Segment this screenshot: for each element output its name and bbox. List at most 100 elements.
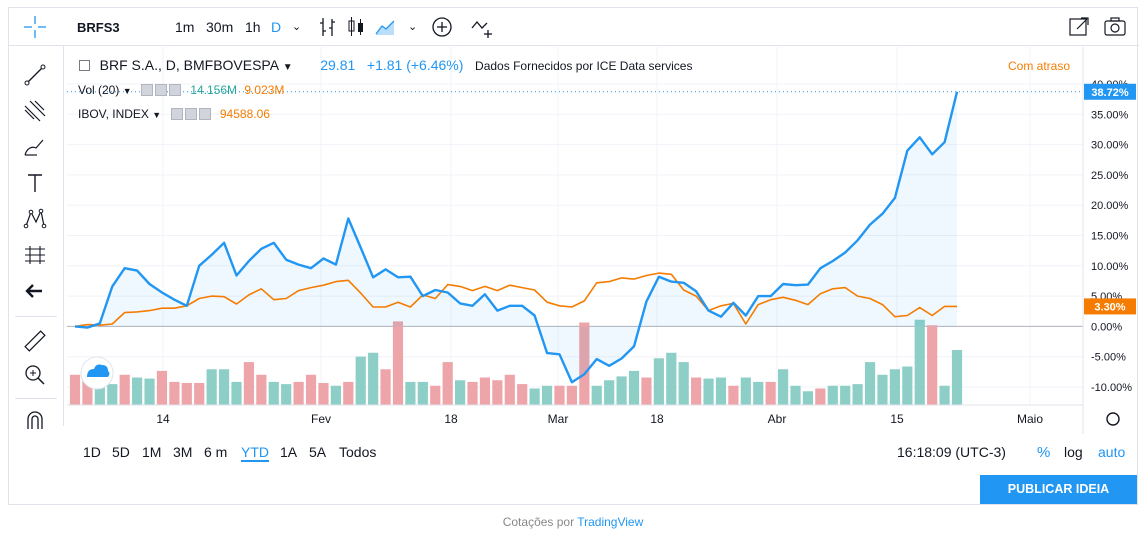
volume-bar xyxy=(156,370,168,405)
volume-bar xyxy=(765,381,776,405)
axis-settings-gear-icon[interactable] xyxy=(1106,412,1120,426)
volume-bar xyxy=(666,352,677,405)
fib-tool-icon[interactable] xyxy=(22,98,48,124)
last-price: 29.81 xyxy=(320,57,356,73)
volume-bar xyxy=(951,350,963,405)
y-tick-label: 15.00% xyxy=(1091,231,1129,243)
volume-bar xyxy=(529,388,540,405)
candles-icon[interactable] xyxy=(343,14,369,40)
gear-icon[interactable] xyxy=(184,108,197,120)
collapse-icon[interactable] xyxy=(79,60,90,71)
volume-bar xyxy=(430,385,441,405)
camera-icon[interactable] xyxy=(1102,14,1128,40)
symbol-name[interactable]: BRFS3 xyxy=(77,20,120,35)
pattern-tool-icon[interactable] xyxy=(22,206,48,232)
ibov-label[interactable]: IBOV, INDEX xyxy=(78,107,149,121)
eye-icon[interactable] xyxy=(170,108,183,120)
period-1d[interactable]: 1D xyxy=(83,444,101,460)
volume-bar xyxy=(343,381,354,405)
prediction-tool-icon[interactable] xyxy=(22,242,48,268)
volume-bar xyxy=(566,385,577,405)
magnet-icon[interactable] xyxy=(22,408,48,434)
interval-30m[interactable]: 30m xyxy=(206,19,233,35)
log-toggle[interactable]: log xyxy=(1064,444,1083,460)
add-indicator-icon[interactable] xyxy=(429,14,455,40)
period-5d[interactable]: 5D xyxy=(112,444,130,460)
compare-icon[interactable] xyxy=(469,14,495,40)
volume-bar xyxy=(554,385,565,405)
y-tick-label: 25.00% xyxy=(1091,170,1129,182)
chart-canvas[interactable]: 40.00%35.00%30.00%25.00%20.00%15.00%10.0… xyxy=(65,47,1139,434)
y-tick-label: 20.00% xyxy=(1091,200,1129,212)
price-change: +1.81 (+6.46%) xyxy=(366,57,464,73)
auto-toggle[interactable]: auto xyxy=(1098,444,1125,460)
volume-bar xyxy=(169,381,180,405)
period-todos[interactable]: Todos xyxy=(339,444,376,460)
arrow-left-icon[interactable] xyxy=(22,278,48,304)
volume-bar xyxy=(305,374,317,405)
trend-line-icon[interactable] xyxy=(22,62,48,88)
interval-1h[interactable]: 1h xyxy=(245,19,261,35)
footer: Cotações por TradingView xyxy=(0,515,1146,529)
main-legend: BRF S.A., D, BMFBOVESPA ▼ 29.81 +1.81 (+… xyxy=(79,57,692,73)
x-tick-label: 18 xyxy=(444,412,458,426)
close-icon[interactable] xyxy=(168,84,181,96)
period-5a[interactable]: 5A xyxy=(309,444,326,460)
volume-label[interactable]: Vol (20) xyxy=(78,83,119,97)
volume-bar xyxy=(777,369,789,405)
y-tick-label: -10.00% xyxy=(1091,382,1132,394)
chevron-down-icon[interactable]: ▼ xyxy=(283,62,293,73)
y-tick-label: 30.00% xyxy=(1091,140,1129,152)
x-tick-label: Maio xyxy=(1017,412,1043,426)
period-1a[interactable]: 1A xyxy=(280,444,297,460)
volume-bar xyxy=(380,369,391,405)
interval-d[interactable]: D xyxy=(271,19,281,35)
volume-bar xyxy=(504,374,515,405)
toolbar-divider xyxy=(15,316,57,317)
footer-prefix: Cotações por xyxy=(502,515,575,529)
volume-legend: Vol (20) ▼ 14.156M 9.023M xyxy=(78,83,284,97)
volume-bar xyxy=(144,378,155,405)
text-tool-icon[interactable] xyxy=(22,170,48,196)
volume-bar xyxy=(417,381,428,405)
interval-1m[interactable]: 1m xyxy=(175,19,194,35)
area-chart-icon[interactable] xyxy=(373,14,399,40)
clock-time[interactable]: 16:18:09 (UTC-3) xyxy=(897,444,1006,460)
x-tick-label: Abr xyxy=(768,412,787,426)
volume-bar xyxy=(330,385,341,405)
volume-bar xyxy=(616,376,627,405)
x-tick-label: 18 xyxy=(650,412,664,426)
interval-chevron-down-icon[interactable]: ⌄ xyxy=(292,20,301,33)
chevron-down-icon[interactable]: ▼ xyxy=(123,86,132,96)
period-1m[interactable]: 1M xyxy=(142,444,161,460)
gear-icon[interactable] xyxy=(154,84,167,96)
volume-bar xyxy=(479,377,491,405)
bar-chart-icon[interactable] xyxy=(315,14,341,40)
brush-icon[interactable] xyxy=(22,134,48,160)
volume-bar xyxy=(715,377,727,405)
period-ytd[interactable]: YTD xyxy=(241,444,269,462)
crosshair-icon[interactable] xyxy=(22,14,48,40)
volume-bar xyxy=(392,321,404,405)
chart-type-chevron-down-icon[interactable]: ⌄ xyxy=(408,20,417,33)
period-6m[interactable]: 6 m xyxy=(204,444,227,460)
volume-bar xyxy=(541,385,553,405)
ibov-legend: IBOV, INDEX ▼ 94588.06 xyxy=(78,107,270,121)
bottom-bar: 1D 5D 1M 3M 6 m YTD 1A 5A Todos 16:18:09… xyxy=(65,438,1139,468)
open-new-window-icon[interactable] xyxy=(1066,14,1092,40)
publish-idea-button[interactable]: PUBLICAR IDEIA xyxy=(980,475,1137,504)
period-3m[interactable]: 3M xyxy=(173,444,192,460)
x-tick-label: 15 xyxy=(890,412,904,426)
ruler-icon[interactable] xyxy=(22,328,48,354)
eye-icon[interactable] xyxy=(140,84,153,96)
volume-bar xyxy=(119,374,130,405)
volume-bar xyxy=(231,381,242,405)
zoom-in-icon[interactable] xyxy=(22,362,48,388)
volume-value: 14.156M xyxy=(190,83,238,97)
delay-badge: Com atraso xyxy=(1008,59,1071,73)
close-icon[interactable] xyxy=(198,108,211,120)
chevron-down-icon[interactable]: ▼ xyxy=(152,110,161,120)
percent-toggle[interactable]: % xyxy=(1037,444,1050,461)
tradingview-link[interactable]: TradingView xyxy=(577,515,643,529)
main-series-label[interactable]: BRF S.A., D, BMFBOVESPA xyxy=(100,57,279,73)
